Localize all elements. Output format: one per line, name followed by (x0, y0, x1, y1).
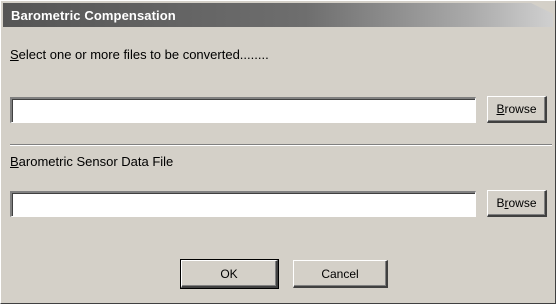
sensor-label: Barometric Sensor Data File (10, 154, 173, 169)
sensor-file-input[interactable] (10, 191, 476, 217)
files-browse-button[interactable]: Browse (487, 96, 547, 123)
files-label-text: elect one or more files to be converted.… (18, 47, 269, 62)
files-label-hotkey: S (10, 47, 19, 62)
sensor-browse-prefix: B (496, 196, 505, 210)
cancel-button[interactable]: Cancel (293, 260, 388, 288)
files-input[interactable] (10, 97, 476, 123)
sensor-browse-label: owse (508, 196, 537, 210)
files-browse-label: rowse (504, 102, 537, 116)
sensor-browse-button[interactable]: Br owse (487, 190, 547, 217)
sensor-label-text: arometric Sensor Data File (18, 154, 174, 169)
ok-button[interactable]: OK (180, 259, 279, 289)
title-bar[interactable]: Barometric Compensation (3, 3, 553, 27)
files-browse-hotkey: B (496, 102, 505, 116)
section-separator (10, 144, 552, 146)
sensor-label-hotkey: B (10, 154, 19, 169)
files-label: Select one or more files to be converted… (10, 47, 269, 62)
barometric-compensation-dialog: Barometric Compensation Select one or mo… (0, 0, 556, 304)
window-title: Barometric Compensation (11, 8, 176, 23)
